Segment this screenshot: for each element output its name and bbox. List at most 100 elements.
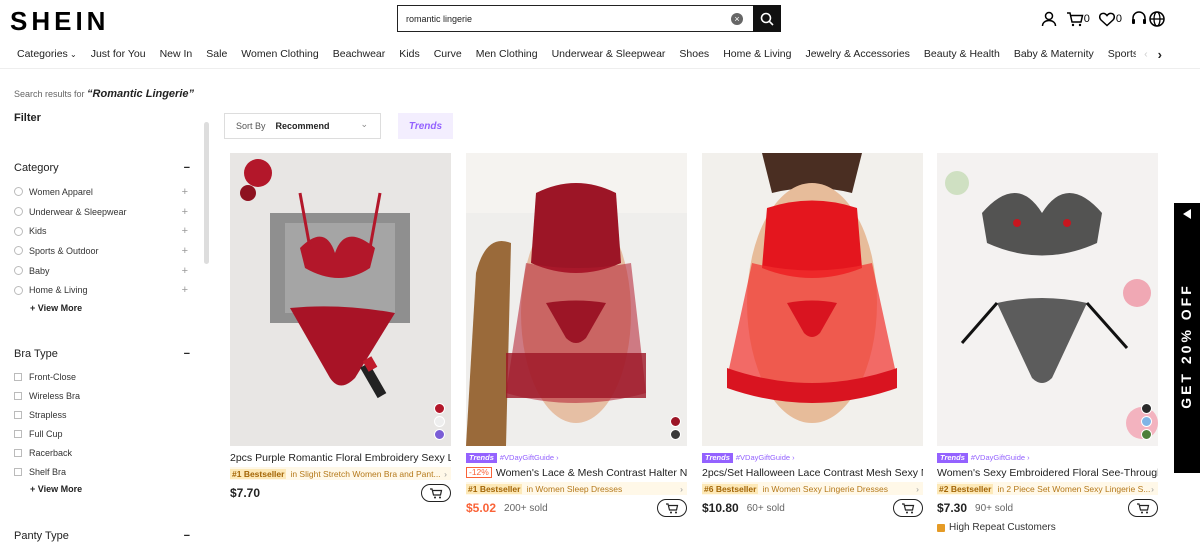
- bra-type-option[interactable]: Full Cup: [14, 424, 194, 443]
- bra-type-option[interactable]: Front-Close: [14, 367, 194, 386]
- wishlist-icon[interactable]: 0: [1098, 10, 1122, 28]
- bra-type-filter-header[interactable]: Bra Type −: [14, 348, 194, 360]
- product-name-row[interactable]: Trends #VDayGiftGuide ›: [702, 451, 923, 464]
- product-image[interactable]: [466, 153, 687, 446]
- collapse-icon[interactable]: −: [184, 348, 190, 360]
- sidebar-scrollbar[interactable]: [204, 122, 209, 264]
- nav-item-categories[interactable]: Categories ⌄: [17, 48, 77, 60]
- product-name-row[interactable]: Trends #VDayGiftGuide ›: [466, 451, 687, 464]
- chevron-left-icon[interactable]: ‹: [1144, 48, 1148, 60]
- category-option[interactable]: Sports & Outdoor +: [14, 241, 194, 261]
- bra-type-option[interactable]: Wireless Bra: [14, 386, 194, 405]
- expand-icon[interactable]: +: [182, 284, 188, 296]
- checkbox[interactable]: [14, 429, 22, 438]
- product-card[interactable]: Trends #VDayGiftGuide › -12% Women's Lace &…: [466, 153, 687, 517]
- expand-icon[interactable]: +: [182, 245, 188, 257]
- trends-tag[interactable]: Trends: [702, 452, 733, 463]
- radio-icon[interactable]: [14, 207, 23, 217]
- promo-side-tab[interactable]: GET 20% OFF: [1174, 203, 1200, 473]
- category-option[interactable]: Baby +: [14, 261, 194, 281]
- sort-dropdown[interactable]: Sort By Recommend ⌄: [224, 113, 381, 139]
- color-swatches[interactable]: [670, 416, 681, 440]
- radio-icon[interactable]: [14, 246, 23, 256]
- view-more-button[interactable]: + View More: [30, 481, 194, 497]
- account-icon[interactable]: [1040, 10, 1058, 28]
- bestseller-rank[interactable]: #1 Bestseller in Women Sleep Dresses ›: [466, 482, 687, 495]
- bestseller-rank[interactable]: #2 Bestseller in 2 Piece Set Women Sexy L…: [937, 482, 1158, 495]
- expand-icon[interactable]: +: [182, 206, 188, 218]
- checkbox[interactable]: [14, 391, 22, 400]
- search-input[interactable]: [398, 6, 731, 31]
- nav-item[interactable]: Kids: [399, 48, 419, 60]
- trends-tag[interactable]: Trends: [937, 452, 968, 463]
- nav-item[interactable]: Beachwear: [333, 48, 386, 60]
- view-more-button[interactable]: + View More: [30, 300, 194, 316]
- bestseller-rank[interactable]: #1 Bestseller in Slight Stretch Women Bra…: [230, 467, 451, 480]
- support-icon[interactable]: [1130, 10, 1148, 28]
- clear-search-icon[interactable]: ×: [731, 12, 743, 25]
- checkbox[interactable]: [14, 467, 22, 476]
- bra-type-option[interactable]: Racerback: [14, 443, 194, 462]
- product-name-line[interactable]: -12% Women's Lace & Mesh Contrast Halter …: [466, 466, 687, 479]
- nav-item[interactable]: Home & Living: [723, 48, 791, 60]
- trends-tag[interactable]: Trends: [466, 452, 497, 463]
- trends-filter-button[interactable]: Trends: [398, 113, 453, 139]
- add-to-cart-button[interactable]: [421, 484, 451, 502]
- search-button[interactable]: [753, 5, 781, 32]
- product-name[interactable]: Women's Sexy Embroidered Floral See-Thro…: [937, 466, 1158, 479]
- radio-icon[interactable]: [14, 187, 23, 197]
- product-name-row[interactable]: Trends #VDayGiftGuide ›: [937, 451, 1158, 464]
- nav-item[interactable]: Curve: [434, 48, 462, 60]
- product-card[interactable]: Trends #VDayGiftGuide › Women's Sexy Embro…: [937, 153, 1158, 533]
- collapse-icon[interactable]: −: [184, 162, 190, 174]
- category-option[interactable]: Home & Living +: [14, 280, 194, 300]
- category-option[interactable]: Underwear & Sleepwear +: [14, 202, 194, 222]
- nav-item[interactable]: Sale: [206, 48, 227, 60]
- bra-type-option[interactable]: Shelf Bra: [14, 462, 194, 481]
- category-filter-header[interactable]: Category −: [14, 162, 194, 174]
- shein-logo[interactable]: SHEIN: [10, 6, 109, 37]
- color-swatches[interactable]: [1141, 403, 1152, 440]
- expand-icon[interactable]: +: [182, 225, 188, 237]
- chevron-right-icon[interactable]: ›: [1158, 47, 1162, 62]
- product-name[interactable]: 2pcs Purple Romantic Floral Embroidery S…: [230, 451, 451, 464]
- category-option[interactable]: Kids +: [14, 221, 194, 241]
- nav-item[interactable]: Men Clothing: [476, 48, 538, 60]
- category-option[interactable]: Women Apparel +: [14, 182, 194, 202]
- color-swatches[interactable]: [434, 403, 445, 440]
- nav-item[interactable]: New In: [160, 48, 193, 60]
- product-name[interactable]: Women's Lace & Mesh Contrast Halter N...: [496, 467, 687, 479]
- add-to-cart-button[interactable]: [657, 499, 687, 517]
- expand-icon[interactable]: +: [182, 186, 188, 198]
- expand-icon[interactable]: +: [182, 265, 188, 277]
- nav-item[interactable]: Jewelry & Accessories: [805, 48, 909, 60]
- product-name[interactable]: 2pcs/Set Halloween Lace Contrast Mesh Se…: [702, 466, 923, 479]
- product-card[interactable]: 2pcs Purple Romantic Floral Embroidery S…: [230, 153, 451, 502]
- trend-link[interactable]: #VDayGiftGuide: [971, 453, 1025, 462]
- cart-icon[interactable]: 0: [1066, 10, 1090, 28]
- globe-icon[interactable]: [1148, 10, 1166, 28]
- add-to-cart-button[interactable]: [893, 499, 923, 517]
- panty-type-filter-header[interactable]: Panty Type −: [14, 530, 194, 542]
- nav-item[interactable]: Beauty & Health: [924, 48, 1000, 60]
- trend-link[interactable]: #VDayGiftGuide: [500, 453, 554, 462]
- trend-link[interactable]: #VDayGiftGuide: [736, 453, 790, 462]
- checkbox[interactable]: [14, 410, 22, 419]
- nav-item[interactable]: Baby & Maternity: [1014, 48, 1094, 60]
- checkbox[interactable]: [14, 372, 22, 381]
- product-image[interactable]: [702, 153, 923, 446]
- product-image[interactable]: [937, 153, 1158, 446]
- nav-item[interactable]: Women Clothing: [241, 48, 318, 60]
- radio-icon[interactable]: [14, 285, 23, 295]
- nav-item[interactable]: Shoes: [679, 48, 709, 60]
- checkbox[interactable]: [14, 448, 22, 457]
- product-image[interactable]: [230, 153, 451, 446]
- radio-icon[interactable]: [14, 226, 23, 236]
- collapse-icon[interactable]: −: [184, 530, 190, 542]
- nav-item[interactable]: Underwear & Sleepwear: [552, 48, 666, 60]
- product-card[interactable]: Trends #VDayGiftGuide › 2pcs/Set Halloween…: [702, 153, 923, 517]
- bra-type-option[interactable]: Strapless: [14, 405, 194, 424]
- add-to-cart-button[interactable]: [1128, 499, 1158, 517]
- nav-item[interactable]: Just for You: [91, 48, 146, 60]
- radio-icon[interactable]: [14, 266, 23, 276]
